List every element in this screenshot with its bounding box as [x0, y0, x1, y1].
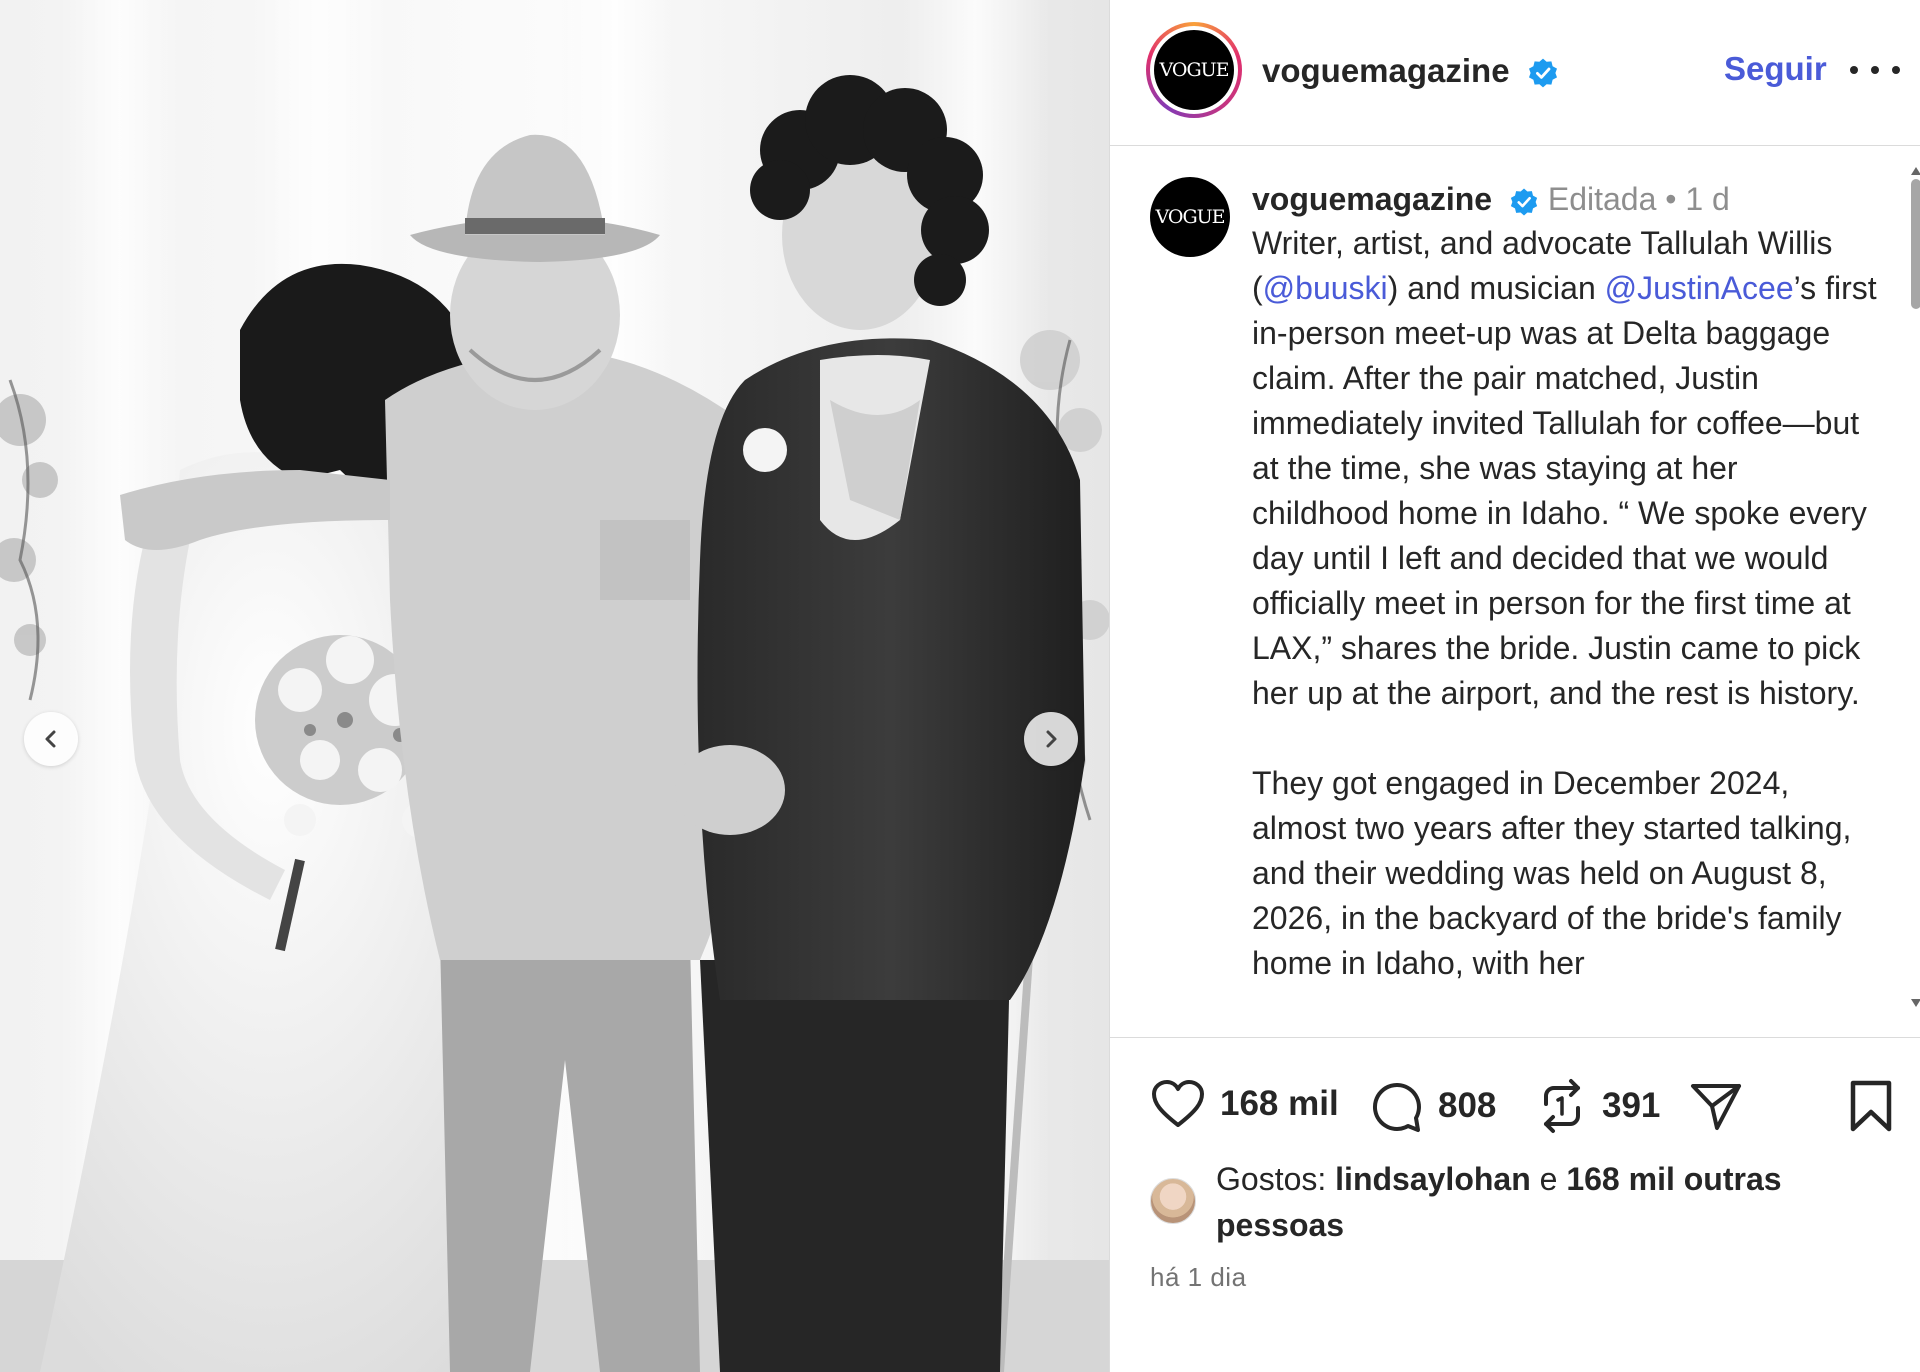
chevron-left-icon: [45, 730, 56, 748]
post-timestamp[interactable]: há 1 dia: [1150, 1262, 1247, 1293]
mention-link[interactable]: @JustinAcee: [1605, 270, 1794, 306]
wedding-photo-image: [0, 0, 1109, 1372]
send-icon: [1691, 1084, 1741, 1130]
likes-count[interactable]: 168 mil: [1220, 1084, 1339, 1124]
post-actions: 168 mil 808 391 Gostos: lindsaylohan e 1…: [1110, 1037, 1920, 1372]
heart-icon: [1152, 1080, 1204, 1127]
post-header: VOGUE voguemagazine Seguir: [1110, 0, 1920, 146]
likes-connector: e: [1539, 1161, 1558, 1197]
comment-bubble-icon: [1372, 1082, 1421, 1132]
scrollbar-thumb[interactable]: [1911, 179, 1920, 309]
likes-prefix: Gostos:: [1216, 1161, 1327, 1197]
post-photo: [0, 0, 1109, 1372]
profile-avatar: VOGUE: [1154, 30, 1234, 110]
caption-paragraph-1: Writer, artist, and advocate Tallulah Wi…: [1252, 221, 1882, 716]
post-side-panel: VOGUE voguemagazine Seguir VOGUE voguema…: [1109, 0, 1920, 1372]
next-photo-button[interactable]: [1024, 712, 1078, 766]
scroll-down-arrow-icon[interactable]: [1911, 999, 1920, 1007]
caption-paragraph-2: They got engaged in December 2024, almos…: [1252, 765, 1852, 981]
follow-button[interactable]: Seguir: [1724, 50, 1827, 88]
comment-button[interactable]: 808: [1368, 1078, 1496, 1134]
caption-username[interactable]: voguemagazine: [1252, 181, 1492, 217]
caption-avatar[interactable]: VOGUE: [1150, 177, 1230, 257]
caption-time[interactable]: 1 d: [1685, 181, 1729, 217]
instagram-post-view: VOGUE voguemagazine Seguir VOGUE voguema…: [0, 0, 1920, 1372]
liker-username[interactable]: lindsaylohan: [1335, 1161, 1531, 1197]
comments-count[interactable]: 808: [1438, 1086, 1496, 1126]
caption-text-segment: ) and musician: [1387, 270, 1605, 306]
bookmark-icon: [1850, 1080, 1892, 1132]
caption-scroll-area[interactable]: VOGUE voguemagazine Editada • 1 d Writer…: [1110, 147, 1920, 1037]
mention-link[interactable]: @buuski: [1263, 270, 1388, 306]
more-options-icon[interactable]: [1850, 50, 1900, 90]
meta-separator: •: [1665, 181, 1677, 217]
header-username-link[interactable]: voguemagazine: [1262, 52, 1510, 89]
header-username[interactable]: voguemagazine: [1262, 52, 1559, 90]
caption-scrollbar[interactable]: [1911, 167, 1920, 1007]
previous-photo-button[interactable]: [24, 712, 78, 766]
caption-header: voguemagazine Editada • 1 d: [1252, 177, 1730, 221]
liker-avatar[interactable]: [1150, 1178, 1196, 1224]
edited-label: Editada: [1547, 181, 1657, 217]
scroll-up-arrow-icon[interactable]: [1911, 167, 1920, 175]
profile-story-ring[interactable]: VOGUE: [1146, 22, 1242, 118]
save-button[interactable]: [1848, 1078, 1894, 1134]
share-button[interactable]: [1688, 1078, 1744, 1134]
verified-badge-icon: [1510, 188, 1538, 216]
repost-button[interactable]: 391: [1536, 1078, 1660, 1134]
caption-text-segment: ’s first in-person meet-up was at Delta …: [1252, 270, 1877, 711]
caption-text: Writer, artist, and advocate Tallulah Wi…: [1252, 221, 1882, 1031]
likes-text: Gostos: lindsaylohan e 168 mil outras pe…: [1216, 1156, 1876, 1248]
like-button[interactable]: 168 mil: [1150, 1078, 1339, 1130]
reposts-count[interactable]: 391: [1602, 1086, 1660, 1126]
repost-icon: [1544, 1079, 1580, 1133]
chevron-right-icon: [1046, 730, 1057, 748]
verified-badge-icon: [1528, 58, 1557, 88]
